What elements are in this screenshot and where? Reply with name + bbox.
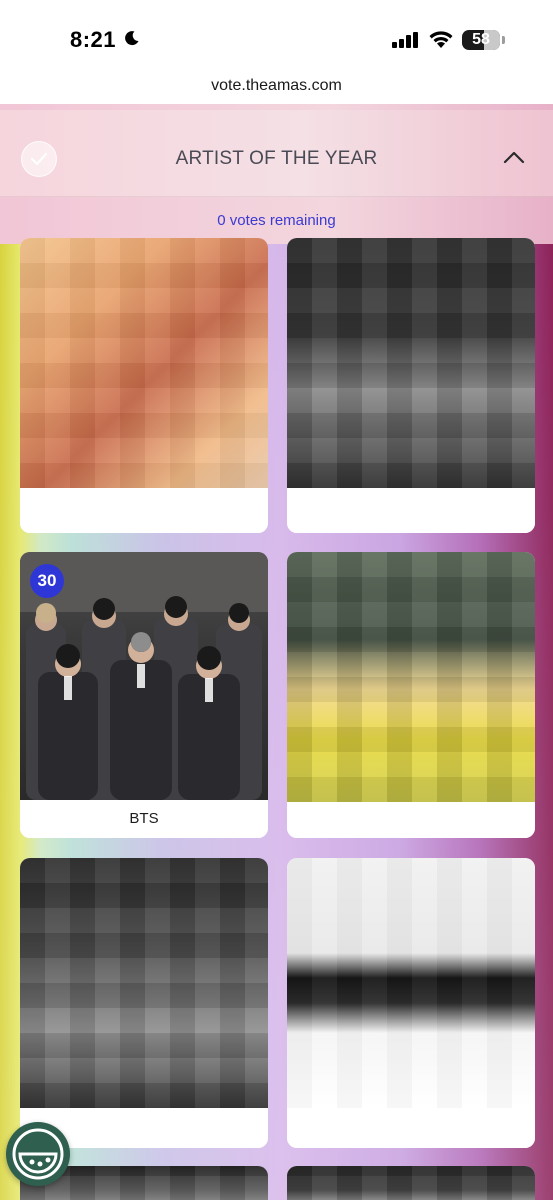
vote-count-badge: 30 <box>30 564 64 598</box>
nominee-photo <box>287 238 535 488</box>
status-bar: 8:21 58 <box>0 0 553 72</box>
wifi-icon <box>429 31 453 48</box>
accessibility-icon <box>12 1128 64 1180</box>
page-content: ARTIST OF THE YEAR 0 votes remaining 30 … <box>0 104 553 1200</box>
accessibility-button[interactable] <box>6 1122 70 1186</box>
battery-icon: 58 <box>462 30 500 50</box>
nominee-name <box>20 497 268 533</box>
nominee-name <box>287 1112 535 1148</box>
nominee-photo <box>287 858 535 1108</box>
clock: 8:21 <box>70 27 117 52</box>
nominee-name: BTS <box>20 802 268 838</box>
address-bar[interactable]: vote.theamas.com <box>0 72 553 104</box>
nominee-name <box>287 802 535 838</box>
category-header[interactable]: ARTIST OF THE YEAR <box>0 110 553 197</box>
nominee-name <box>287 497 535 533</box>
moon-icon <box>125 31 139 46</box>
battery-percentage: 58 <box>472 31 490 48</box>
category-title: ARTIST OF THE YEAR <box>175 148 378 169</box>
battery-tip <box>502 36 505 44</box>
nominee-card[interactable] <box>20 858 268 1148</box>
nominee-card-bts[interactable]: 30 BTS <box>20 552 268 838</box>
nominee-photo <box>20 858 268 1108</box>
nominee-card[interactable] <box>287 238 535 533</box>
votes-remaining: 0 votes remaining <box>217 212 336 229</box>
nominee-photo <box>20 238 268 488</box>
chevron-up-icon[interactable] <box>503 150 525 164</box>
nominee-card[interactable] <box>287 858 535 1148</box>
nominee-card[interactable] <box>20 238 268 533</box>
url-text: vote.theamas.com <box>211 77 342 94</box>
nominee-card[interactable] <box>287 1166 535 1200</box>
nominee-photo <box>287 552 535 802</box>
nominee-card[interactable] <box>287 552 535 838</box>
nominee-photo <box>287 1166 535 1200</box>
cellular-signal-icon <box>392 32 418 48</box>
